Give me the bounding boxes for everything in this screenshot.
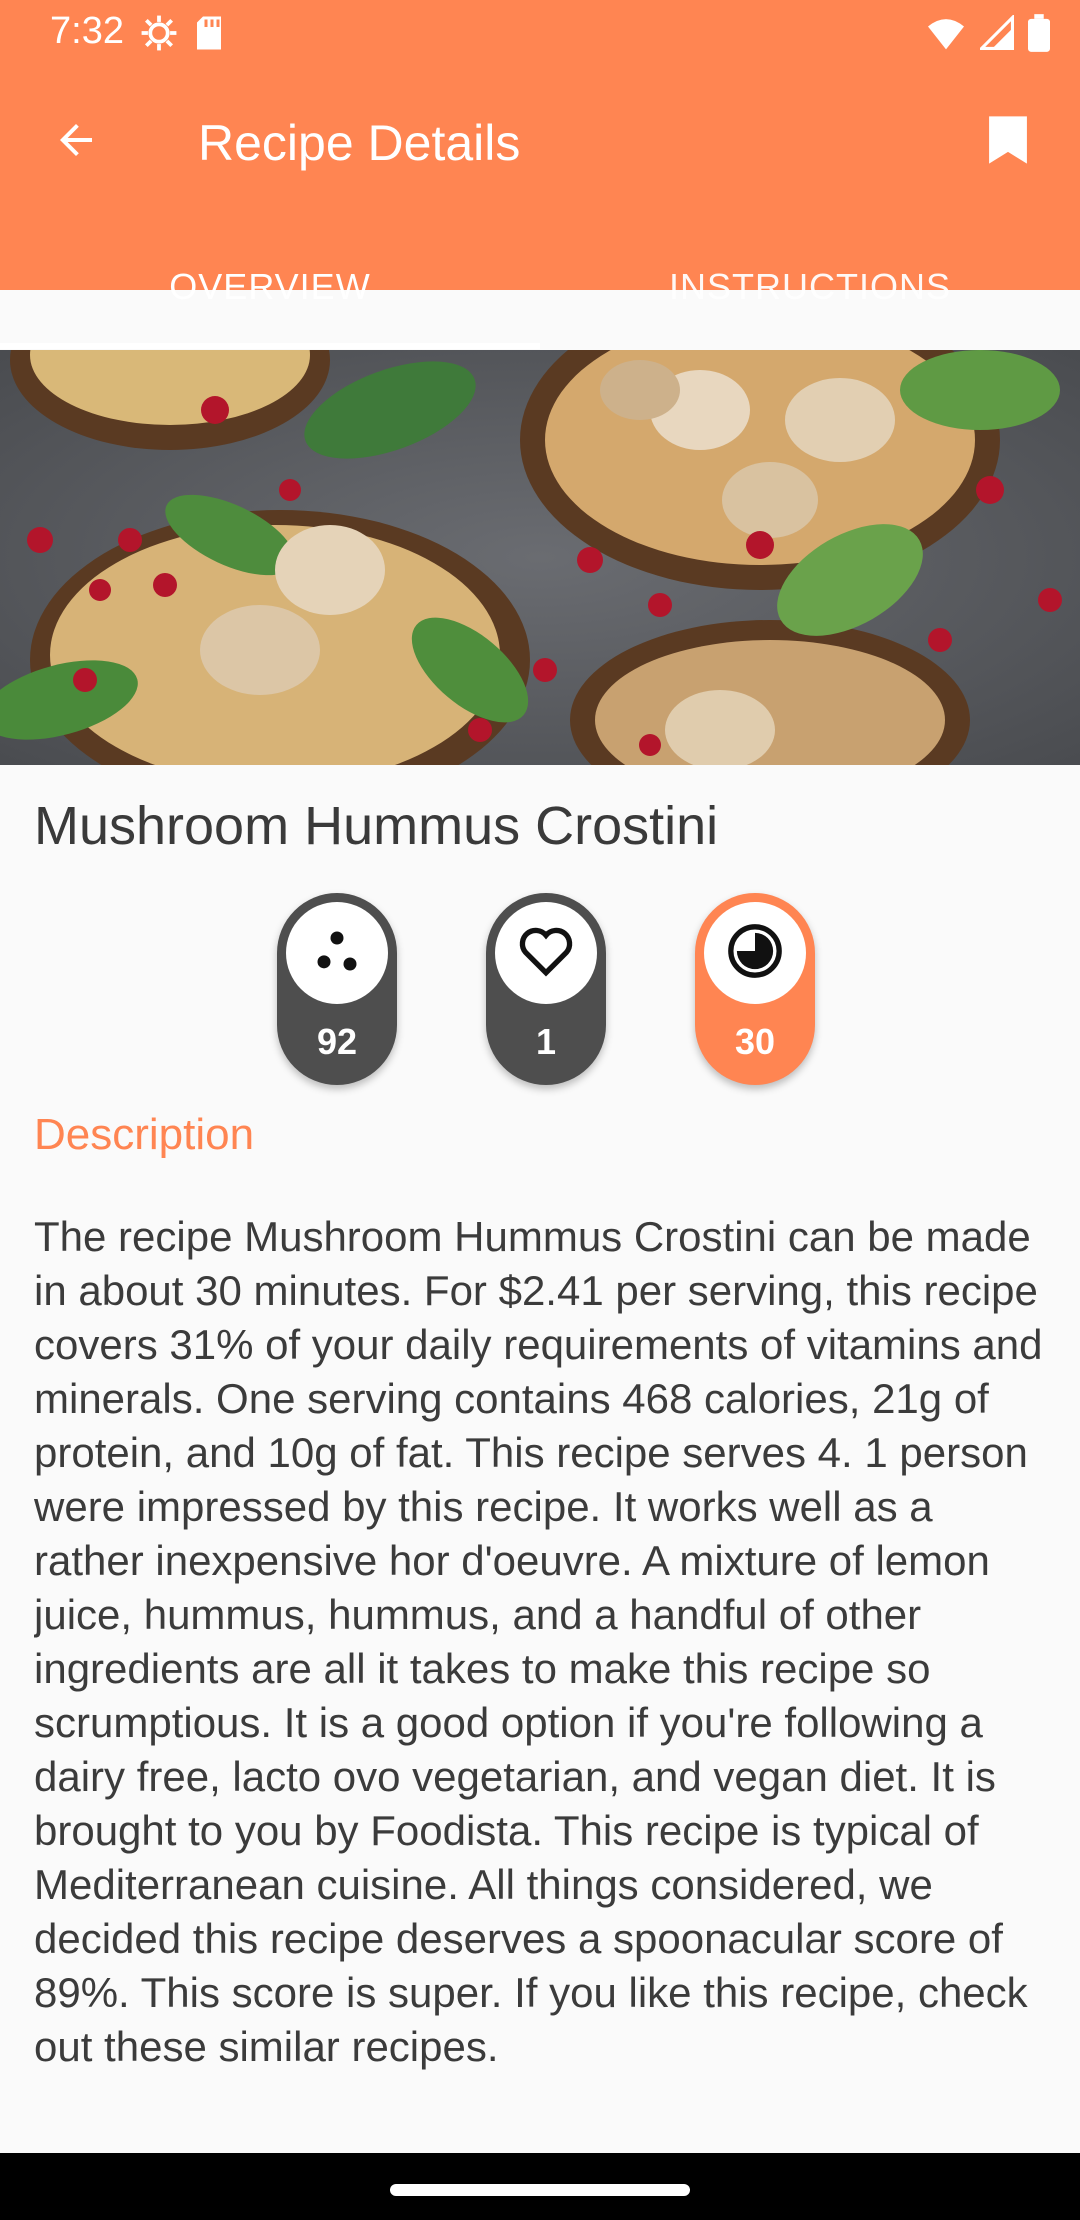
battery-icon xyxy=(1028,14,1050,57)
likes-count: 1 xyxy=(535,1021,557,1062)
ingredients-count-pill: 92 xyxy=(277,893,397,1085)
sd-card-icon xyxy=(194,15,224,56)
status-time: 7:32 xyxy=(50,10,124,52)
circle xyxy=(704,902,806,1004)
clock-icon xyxy=(726,922,784,985)
settings-icon xyxy=(140,14,178,57)
ingredients-count: 92 xyxy=(316,1021,358,1062)
tab-bar: OVERVIEW INSTRUCTIONS xyxy=(0,224,1080,350)
description-text: The recipe Mushroom Hummus Crostini can … xyxy=(34,1213,1043,2070)
bookmark-button[interactable] xyxy=(972,106,1044,178)
recipe-title: Mushroom Hummus Crostini xyxy=(34,796,719,856)
time-pill: 30 xyxy=(695,893,815,1085)
ready-minutes: 30 xyxy=(734,1021,776,1062)
status-icons-right xyxy=(926,13,1050,57)
likes-pill: 1 xyxy=(486,893,606,1085)
page-title: Recipe Details xyxy=(198,115,521,171)
heart-icon xyxy=(517,922,575,985)
description-heading: Description xyxy=(34,1110,255,1159)
signal-icon xyxy=(977,13,1014,56)
tab-overview[interactable]: OVERVIEW xyxy=(0,224,540,350)
arrow-left-icon xyxy=(52,116,100,169)
bookmark-icon xyxy=(986,114,1030,171)
back-button[interactable] xyxy=(40,106,112,178)
tab-instructions[interactable]: INSTRUCTIONS xyxy=(540,224,1080,350)
status-icons-left xyxy=(140,14,224,57)
status-bar: 7:32 xyxy=(0,0,1080,66)
wifi-icon xyxy=(926,15,966,56)
dots-icon xyxy=(311,925,363,982)
circle xyxy=(495,902,597,1004)
circle xyxy=(286,902,388,1004)
recipe-image xyxy=(0,350,1080,765)
home-gesture-handle[interactable] xyxy=(390,2184,690,2196)
tab-indicator xyxy=(0,343,540,349)
